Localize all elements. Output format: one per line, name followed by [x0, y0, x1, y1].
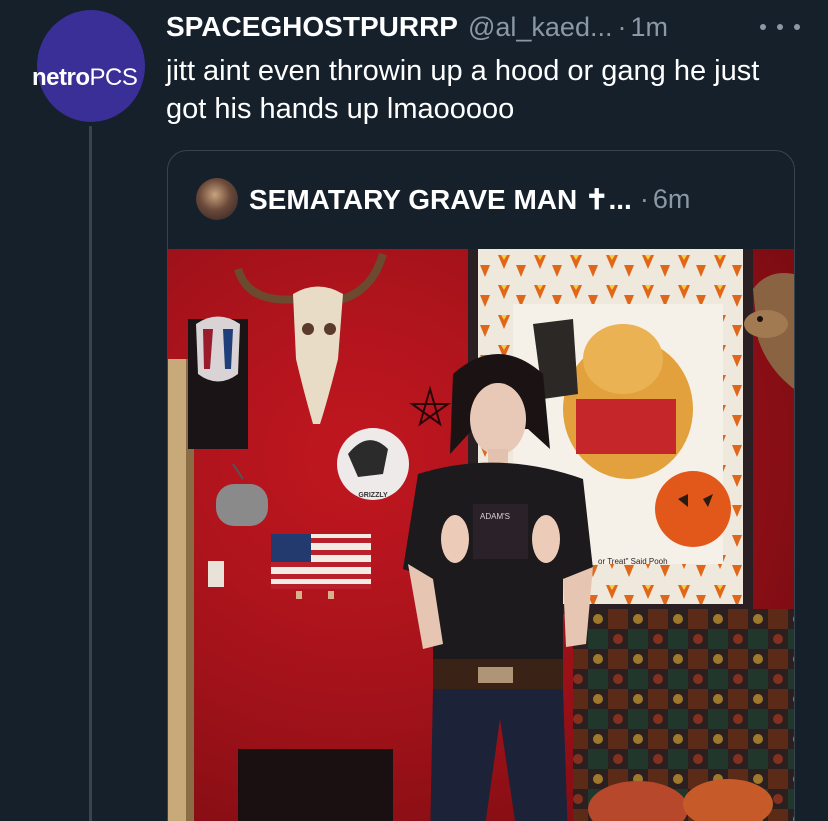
tweet-header: SPACEGHOSTPURRP @al_kaed... · 1m [166, 10, 668, 44]
quote-header: SEMATARY GRAVE MAN ✝... · 6m [196, 177, 690, 221]
quote-separator-dot: · [639, 183, 649, 214]
avatar-logo-bold: netro [32, 64, 90, 91]
couch [573, 609, 794, 821]
avatar[interactable]: netroPCS [32, 10, 145, 122]
tweet-text: jitt aint even throwin up a hood or gang… [166, 55, 760, 125]
thread-line [89, 126, 92, 821]
more-dot [777, 24, 783, 30]
avatar-logo-light: PCS [89, 64, 138, 91]
quote-tweet-card[interactable]: SEMATARY GRAVE MAN ✝... · 6m GRIZZLY or … [167, 150, 795, 821]
tapestry-text: or Treat" Said Pooh [598, 557, 668, 566]
more-horizontal-icon[interactable] [760, 20, 800, 34]
separator-dot: · [617, 11, 627, 42]
user-handle[interactable]: @al_kaed... [468, 12, 613, 43]
quote-timestamp[interactable]: 6m [653, 184, 691, 215]
quote-display-name[interactable]: SEMATARY GRAVE MAN ✝... [249, 183, 632, 216]
clock-text: GRIZZLY [358, 492, 388, 499]
quote-photo[interactable]: GRIZZLY or Treat" Said Pooh ADAM'S [168, 249, 794, 821]
mask-banner [188, 316, 248, 449]
shirt-text: ADAM'S [480, 512, 510, 521]
more-dot [760, 24, 766, 30]
tweet-screen: netroPCS SPACEGHOSTPURRP @al_kaed... · 1… [0, 0, 828, 821]
display-name[interactable]: SPACEGHOSTPURRP [166, 11, 458, 43]
avatar-logo: netroPCS [32, 64, 138, 91]
tweet-timestamp[interactable]: 1m [630, 12, 668, 43]
light-switch [208, 561, 224, 587]
dark-furniture [238, 749, 393, 821]
quote-avatar[interactable] [196, 178, 238, 220]
wall-clock: GRIZZLY [337, 428, 409, 500]
more-dot [794, 24, 800, 30]
